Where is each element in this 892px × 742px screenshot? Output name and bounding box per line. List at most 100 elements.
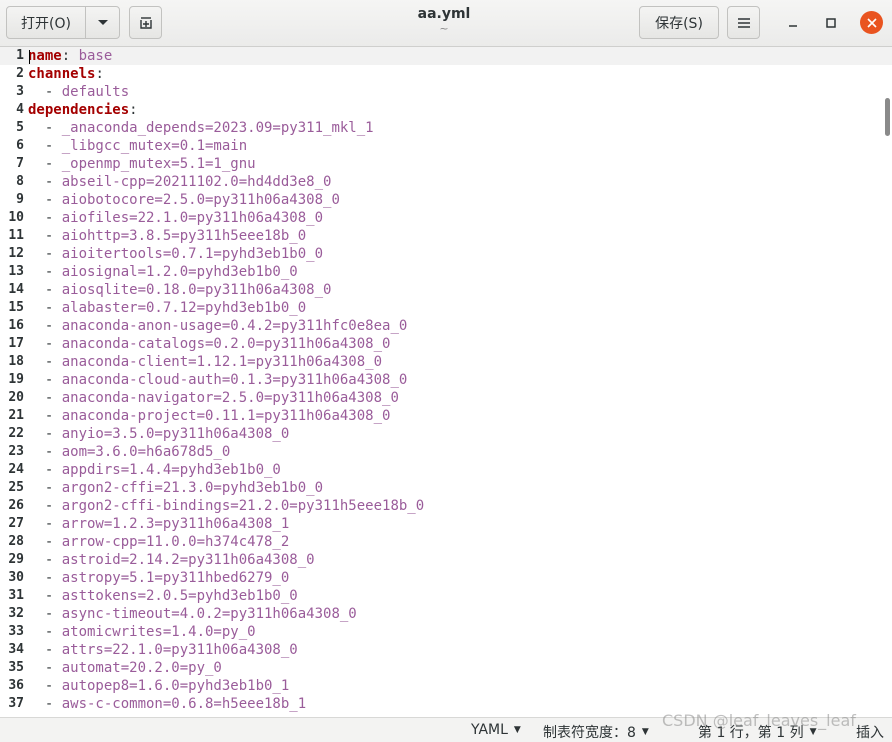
minimize-button[interactable]: [782, 12, 804, 34]
chevron-down-icon: [97, 19, 108, 25]
code-line[interactable]: 16 - anaconda-anon-usage=0.4.2=py311hfc0…: [0, 317, 892, 335]
code-line[interactable]: 7 - _openmp_mutex=5.1=1_gnu: [0, 155, 892, 173]
open-button[interactable]: 打开(O): [6, 6, 86, 39]
code-line[interactable]: 11 - aiohttp=3.8.5=py311h5eee18b_0: [0, 227, 892, 245]
code-line[interactable]: 17 - anaconda-catalogs=0.2.0=py311h06a43…: [0, 335, 892, 353]
text-editor[interactable]: 1 name: base 2 channels: 3 - defaults 4 depend…: [0, 47, 892, 717]
code-line[interactable]: 20 - anaconda-navigator=2.5.0=py311h06a4…: [0, 389, 892, 407]
yaml-list-item: asttokens=2.0.5=pyhd3eb1b0_0: [61, 588, 298, 604]
code-line[interactable]: 3 - defaults: [0, 83, 892, 101]
line-content: - argon2-cffi=21.3.0=pyhd3eb1b0_0: [28, 480, 324, 496]
line-number: 11: [8, 228, 24, 243]
close-button[interactable]: [860, 11, 883, 34]
line-number: 6: [16, 138, 24, 153]
yaml-list-item: aiobotocore=2.5.0=py311h06a4308_0: [61, 192, 340, 208]
code-line[interactable]: 8 - abseil-cpp=20211102.0=hd4dd3e8_0: [0, 173, 892, 191]
code-line[interactable]: 35 - automat=20.2.0=py_0: [0, 659, 892, 677]
line-number: 2: [16, 66, 24, 81]
yaml-list-item: anaconda-anon-usage=0.4.2=py311hfc0e8ea_…: [61, 318, 408, 334]
line-content: - _libgcc_mutex=0.1=main: [28, 138, 248, 154]
yaml-list-item: anaconda-catalogs=0.2.0=py311h06a4308_0: [61, 336, 391, 352]
code-line[interactable]: 22 - anyio=3.5.0=py311h06a4308_0: [0, 425, 892, 443]
code-line[interactable]: 26 - argon2-cffi-bindings=21.2.0=py311h5…: [0, 497, 892, 515]
line-number: 21: [8, 408, 24, 423]
insert-mode-indicator[interactable]: 插入: [856, 722, 884, 742]
yaml-list-item: automat=20.2.0=py_0: [61, 660, 222, 676]
code-line[interactable]: 36 - autopep8=1.6.0=pyhd3eb1b0_1: [0, 677, 892, 695]
line-number: 15: [8, 300, 24, 315]
save-button[interactable]: 保存(S): [639, 6, 719, 39]
yaml-key: dependencies: [28, 102, 130, 118]
code-line[interactable]: 23 - aom=3.6.0=h6a678d5_0: [0, 443, 892, 461]
line-content: - atomicwrites=1.4.0=py_0: [28, 624, 256, 640]
line-content: - alabaster=0.7.12=pyhd3eb1b0_0: [28, 300, 307, 316]
line-content: dependencies:: [28, 102, 138, 118]
yaml-list-item: argon2-cffi=21.3.0=pyhd3eb1b0_0: [61, 480, 324, 496]
yaml-list-item: aiohttp=3.8.5=py311h5eee18b_0: [61, 228, 307, 244]
yaml-list-item: aiosqlite=0.18.0=py311h06a4308_0: [61, 282, 332, 298]
insert-mode-label: 插入: [856, 725, 884, 741]
line-content: - aiobotocore=2.5.0=py311h06a4308_0: [28, 192, 340, 208]
yaml-list-item: aom=3.6.0=h6a678d5_0: [61, 444, 231, 460]
code-line[interactable]: 1 name: base: [0, 47, 892, 65]
line-content: - attrs=22.1.0=py311h06a4308_0: [28, 642, 298, 658]
vertical-scrollbar[interactable]: [885, 98, 890, 136]
tab-width-label: 制表符宽度：8: [543, 725, 636, 741]
code-line[interactable]: 10 - aiofiles=22.1.0=py311h06a4308_0: [0, 209, 892, 227]
line-content: - aiohttp=3.8.5=py311h5eee18b_0: [28, 228, 307, 244]
line-number: 36: [8, 678, 24, 693]
yaml-list-item: argon2-cffi-bindings=21.2.0=py311h5eee18…: [61, 498, 425, 514]
code-line[interactable]: 27 - arrow=1.2.3=py311h06a4308_1: [0, 515, 892, 533]
line-number: 26: [8, 498, 24, 513]
maximize-button[interactable]: [820, 12, 842, 34]
new-tab-button[interactable]: [129, 6, 162, 39]
language-selector[interactable]: YAML ▼: [471, 722, 521, 738]
save-button-label: 保存(S): [655, 15, 703, 32]
open-recent-menu-button[interactable]: [85, 6, 120, 39]
code-line[interactable]: 5 - _anaconda_depends=2023.09=py311_mkl_…: [0, 119, 892, 137]
line-content: - defaults: [28, 84, 130, 100]
yaml-key: name: [28, 48, 62, 64]
line-number: 30: [8, 570, 24, 585]
code-line[interactable]: 2 channels:: [0, 65, 892, 83]
code-line[interactable]: 19 - anaconda-cloud-auth=0.1.3=py311h06a…: [0, 371, 892, 389]
line-number: 16: [8, 318, 24, 333]
code-line[interactable]: 18 - anaconda-client=1.12.1=py311h06a430…: [0, 353, 892, 371]
yaml-list-item: _anaconda_depends=2023.09=py311_mkl_1: [61, 120, 374, 136]
code-line[interactable]: 28 - arrow-cpp=11.0.0=h374c478_2: [0, 533, 892, 551]
code-line[interactable]: 15 - alabaster=0.7.12=pyhd3eb1b0_0: [0, 299, 892, 317]
code-line[interactable]: 12 - aioitertools=0.7.1=pyhd3eb1b0_0: [0, 245, 892, 263]
code-line[interactable]: 25 - argon2-cffi=21.3.0=pyhd3eb1b0_0: [0, 479, 892, 497]
line-number: 22: [8, 426, 24, 441]
line-content: - anaconda-cloud-auth=0.1.3=py311h06a430…: [28, 372, 408, 388]
code-line[interactable]: 14 - aiosqlite=0.18.0=py311h06a4308_0: [0, 281, 892, 299]
main-menu-button[interactable]: [727, 6, 760, 39]
yaml-list-item: async-timeout=4.0.2=py311h06a4308_0: [61, 606, 357, 622]
triangle-down-icon: ▼: [641, 727, 649, 737]
line-number: 4: [16, 102, 24, 117]
tab-width-selector[interactable]: 制表符宽度：8 ▼: [543, 722, 649, 742]
code-line[interactable]: 34 - attrs=22.1.0=py311h06a4308_0: [0, 641, 892, 659]
window-title: aa.yml ~: [344, 5, 544, 35]
code-line[interactable]: 13 - aiosignal=1.2.0=pyhd3eb1b0_0: [0, 263, 892, 281]
code-line[interactable]: 21 - anaconda-project=0.11.1=py311h06a43…: [0, 407, 892, 425]
line-content: - asttokens=2.0.5=pyhd3eb1b0_0: [28, 588, 298, 604]
code-line[interactable]: 6 - _libgcc_mutex=0.1=main: [0, 137, 892, 155]
yaml-list-item: alabaster=0.7.12=pyhd3eb1b0_0: [61, 300, 307, 316]
code-line[interactable]: 9 - aiobotocore=2.5.0=py311h06a4308_0: [0, 191, 892, 209]
code-line[interactable]: 4 dependencies:: [0, 101, 892, 119]
code-line[interactable]: 30 - astropy=5.1=py311hbed6279_0: [0, 569, 892, 587]
yaml-list-item: _libgcc_mutex=0.1=main: [61, 138, 248, 154]
code-line[interactable]: 33 - atomicwrites=1.4.0=py_0: [0, 623, 892, 641]
code-line[interactable]: 32 - async-timeout=4.0.2=py311h06a4308_0: [0, 605, 892, 623]
line-content: - aom=3.6.0=h6a678d5_0: [28, 444, 231, 460]
code-line[interactable]: 31 - asttokens=2.0.5=pyhd3eb1b0_0: [0, 587, 892, 605]
yaml-list-item: anaconda-project=0.11.1=py311h06a4308_0: [61, 408, 391, 424]
yaml-list-item: anaconda-navigator=2.5.0=py311h06a4308_0: [61, 390, 399, 406]
line-content: - _anaconda_depends=2023.09=py311_mkl_1: [28, 120, 374, 136]
yaml-list-item: abseil-cpp=20211102.0=hd4dd3e8_0: [61, 174, 332, 190]
code-line[interactable]: 29 - astroid=2.14.2=py311h06a4308_0: [0, 551, 892, 569]
text-cursor: [29, 50, 30, 64]
yaml-list-item: arrow=1.2.3=py311h06a4308_1: [61, 516, 290, 532]
code-line[interactable]: 24 - appdirs=1.4.4=pyhd3eb1b0_0: [0, 461, 892, 479]
